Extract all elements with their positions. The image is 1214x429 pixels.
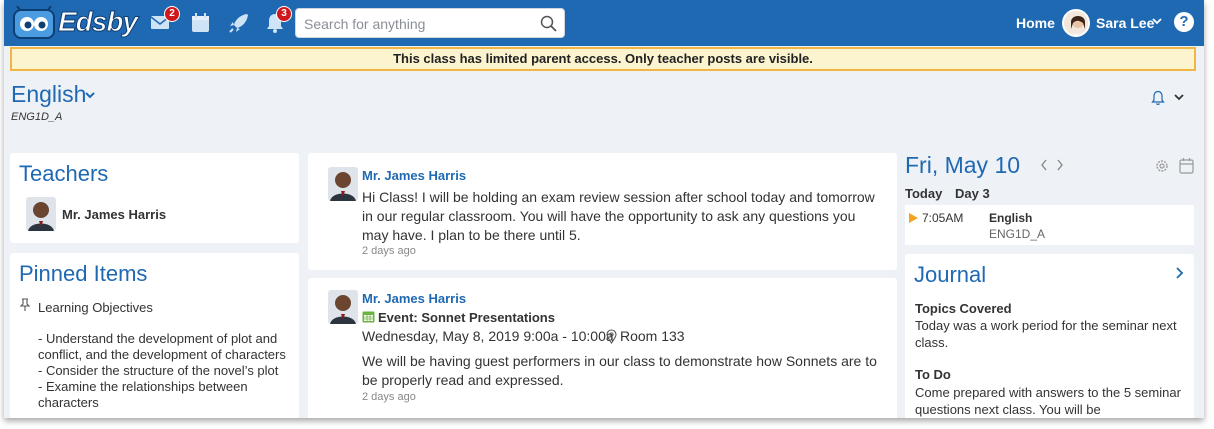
- messages-badge: 2: [164, 6, 180, 22]
- post-timestamp: 2 days ago: [362, 391, 416, 403]
- pinned-items-title: Pinned Items: [19, 261, 148, 286]
- schedule-class-name[interactable]: English: [989, 211, 1032, 225]
- learning-objectives-list: - Understand the development of plot and…: [38, 331, 288, 411]
- user-avatar-image-icon: [1070, 16, 1086, 35]
- objective-item: - Consider the structure of the novel’s …: [38, 363, 279, 378]
- journal-card: Journal Topics Covered Today was a work …: [905, 254, 1194, 418]
- schedule-time: 7:05AM: [922, 211, 964, 225]
- calendar-icon[interactable]: [190, 12, 212, 34]
- class-title[interactable]: English: [11, 81, 86, 108]
- post-card: Mr. James Harris Hi Class! I will be hol…: [308, 153, 897, 270]
- notifications-badge: 3: [276, 6, 292, 22]
- journal-topics-heading: Topics Covered: [915, 301, 1012, 316]
- search-icon[interactable]: [540, 15, 558, 33]
- class-code: ENG1D_A: [11, 111, 63, 123]
- journal-title[interactable]: Journal: [914, 262, 986, 288]
- teachers-card: Teachers Mr. James Harris: [10, 153, 299, 243]
- rocket-icon[interactable]: [228, 12, 250, 34]
- day-number-label: Day 3: [955, 186, 990, 201]
- user-avatar[interactable]: [1062, 9, 1090, 37]
- search-input[interactable]: [304, 13, 534, 35]
- day-title: Fri, May 10: [905, 152, 1021, 178]
- journal-topics-body: Today was a work period for the seminar …: [915, 318, 1177, 350]
- event-calendar-icon: [362, 311, 375, 323]
- post-author-avatar[interactable]: [328, 167, 358, 201]
- teacher-name[interactable]: Mr. James Harris: [62, 207, 166, 222]
- schedule-item[interactable]: 7:05AM English ENG1D_A: [905, 205, 1194, 245]
- top-bar: Edsby 2 3 Home: [4, 0, 1204, 46]
- help-icon[interactable]: ?: [1174, 12, 1194, 32]
- post-timestamp: 2 days ago: [362, 245, 416, 257]
- calendar-icon[interactable]: [1179, 157, 1194, 174]
- objective-item: - Understand the development of plot and…: [38, 331, 286, 362]
- class-notifications-bell-icon[interactable]: [1150, 90, 1166, 106]
- post-author-name[interactable]: Mr. James Harris: [362, 291, 466, 306]
- next-day-icon[interactable]: [1055, 158, 1065, 172]
- location-pin-icon: [606, 329, 617, 344]
- home-link[interactable]: Home: [1016, 15, 1055, 31]
- event-location: Room 133: [620, 328, 685, 344]
- class-options-chevron-down-icon[interactable]: [1174, 92, 1184, 102]
- today-tab[interactable]: Today: [905, 186, 942, 201]
- schedule-class-code: ENG1D_A: [989, 227, 1046, 241]
- edsby-logo-text[interactable]: Edsby: [57, 6, 138, 38]
- pin-icon: [19, 298, 31, 311]
- journal-chevron-right-icon[interactable]: [1174, 266, 1184, 280]
- objective-item: - Examine the relationships between char…: [38, 379, 248, 410]
- teacher-photo-icon: [328, 290, 358, 324]
- edsby-logo-icon[interactable]: [12, 6, 56, 40]
- pinned-items-card: Pinned Items Learning Objectives - Under…: [10, 253, 299, 418]
- class-chevron-down-icon[interactable]: [85, 92, 95, 100]
- gear-icon[interactable]: [1154, 158, 1170, 174]
- event-title[interactable]: Event: Sonnet Presentations: [378, 310, 555, 325]
- event-post-card: Mr. James Harris Event: Sonnet Presentat…: [308, 278, 897, 418]
- journal-todo-heading: To Do: [915, 367, 951, 382]
- journal-todo-body: Come prepared with answers to the 5 semi…: [915, 385, 1181, 417]
- post-author-name[interactable]: Mr. James Harris: [362, 168, 466, 183]
- search-box[interactable]: [295, 8, 565, 38]
- limited-access-banner: This class has limited parent access. On…: [10, 47, 1196, 71]
- chevron-down-icon[interactable]: [1152, 16, 1162, 26]
- current-period-icon: [909, 213, 918, 223]
- event-date: Wednesday, May 8, 2019 9:00a - 10:00a: [362, 328, 614, 344]
- previous-day-icon[interactable]: [1039, 158, 1049, 172]
- post-body: Hi Class! I will be holding an exam revi…: [362, 189, 875, 243]
- post-body: We will be having guest performers in ou…: [362, 353, 877, 388]
- app-window: Edsby 2 3 Home: [4, 0, 1204, 418]
- teachers-title: Teachers: [19, 161, 109, 186]
- pinned-item-learning-objectives[interactable]: Learning Objectives: [38, 300, 153, 315]
- post-author-avatar[interactable]: [328, 290, 358, 324]
- teacher-photo-icon: [26, 197, 56, 231]
- teacher-avatar[interactable]: [26, 197, 56, 231]
- user-menu-name[interactable]: Sara Lee: [1096, 15, 1154, 31]
- teacher-photo-icon: [328, 167, 358, 201]
